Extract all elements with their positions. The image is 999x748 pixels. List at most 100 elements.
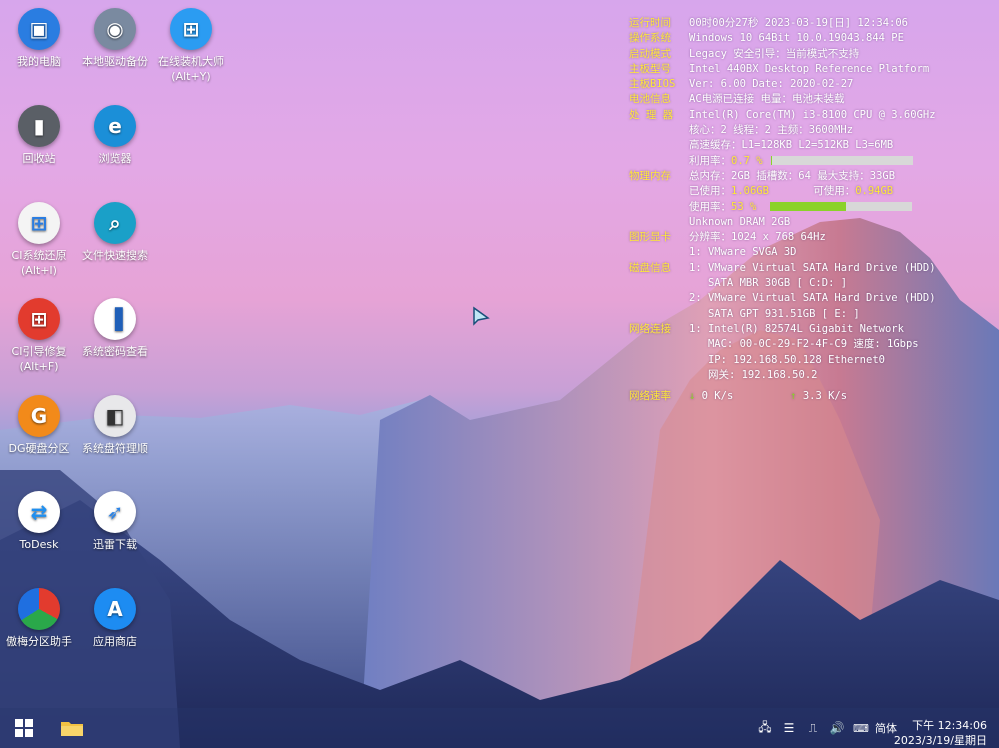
battery-key: 电池信息 — [629, 93, 671, 106]
tray-menu-icon[interactable]: ☰ — [780, 720, 798, 736]
icon-label: 在线装机大师 — [158, 55, 224, 68]
network-adapter: 1: Intel(R) 82574L Gigabit Network — [689, 322, 904, 335]
tray-usb-icon[interactable]: ⎍ — [804, 720, 822, 736]
start-button[interactable] — [10, 716, 38, 740]
desktop-icon-recycle-bin[interactable]: ▮ 回收站 — [0, 105, 81, 166]
recycle-bin-icon: ▮ — [18, 105, 60, 147]
disk1-detail: SATA MBR 30GB [ C:D: ] — [689, 277, 848, 290]
desktop-icon-thunder[interactable]: ➶ 迅雷下载 — [73, 491, 157, 552]
desktop-background: ▣ 我的电脑 ◉ 本地驱动备份 ⊞ 在线装机大师 (Alt+Y) ▮ 回收站 e… — [0, 0, 999, 748]
desktop-icon-dg-partition[interactable]: G DG硬盘分区 — [0, 395, 81, 456]
gpu-key: 图形显卡 — [629, 231, 671, 244]
disk1-value: 1: VMware Virtual SATA Hard Drive (HDD) — [689, 261, 936, 274]
memory-usage-bar — [770, 202, 913, 212]
network-ip: IP: 192.168.50.128 Ethernet0 — [689, 353, 885, 366]
icon-label: 本地驱动备份 — [82, 55, 148, 68]
boot-repair-icon: ⊞ — [18, 298, 60, 340]
disk-partition-icon: G — [18, 395, 60, 437]
icon-label: 系统密码查看 — [82, 345, 148, 358]
desktop-icon-browser[interactable]: e 浏览器 — [73, 105, 157, 166]
memory-usage-label: 使用率： — [689, 200, 731, 213]
disk-key: 磁盘信息 — [629, 261, 671, 274]
file-explorer-icon — [61, 722, 83, 736]
memory-key: 物理内存 — [629, 169, 671, 182]
password-view-icon: ▐ — [94, 298, 136, 340]
network-mac: MAC: 00-0C-29-F2-4F-C9 速度: 1Gbps — [689, 338, 919, 351]
board-value: Intel 440BX Desktop Reference Platform — [689, 62, 930, 75]
edge-browser-icon: e — [94, 105, 136, 147]
icon-label: 浏览器 — [98, 152, 132, 165]
system-restore-icon: ⊞ — [18, 202, 60, 244]
disk2-detail: SATA GPT 931.51GB [ E: ] — [689, 307, 860, 320]
memory-free-label: 可使用： — [813, 185, 856, 198]
disk2-value: 2: VMware Virtual SATA Hard Drive (HDD) — [689, 292, 936, 305]
boot-key: 启动模式 — [629, 47, 671, 60]
memory-usage-value: 53 % — [731, 200, 757, 213]
cpu-key: 处 理 器 — [629, 108, 674, 121]
bios-value: Ver: 6.00 Date: 2020-02-27 — [689, 78, 854, 91]
network-key: 网络连接 — [629, 322, 671, 335]
cpu-value: Intel(R) Core(TM) i3-8100 CPU @ 3.60GHz — [689, 108, 936, 121]
upload-arrow-icon: ↑ — [790, 390, 797, 403]
cpu-usage-bar — [770, 156, 913, 166]
memory-total: 总内存：2GB 插槽数：64 最大支持：33GB — [689, 169, 896, 182]
icon-label: 迅雷下载 — [93, 538, 137, 551]
file-explorer-button[interactable] — [58, 716, 86, 740]
cpu-usage-label: 利用率： — [689, 154, 731, 167]
taskbar: 🖧 ☰ ⎍ 🔊 ⌨ 简体 下午 12:34:06 2023/3/19/星期日 — [0, 708, 999, 748]
backup-drive-icon: ◉ — [94, 8, 136, 50]
desktop-icon-file-search[interactable]: ⌕ 文件快速搜索 — [73, 202, 157, 263]
drive-letter-icon: ◧ — [94, 395, 136, 437]
icon-label: 傲梅分区助手 — [6, 635, 72, 648]
icon-label: 文件快速搜索 — [82, 249, 148, 262]
tray-network-icon[interactable]: 🖧 — [756, 720, 774, 736]
desktop-icon-app-store[interactable]: A 应用商店 — [73, 588, 157, 649]
start-icon — [15, 719, 33, 737]
os-key: 操作系统 — [629, 32, 671, 45]
tray-keyboard-icon[interactable]: ⌨ — [852, 720, 870, 736]
desktop-icon-todesk[interactable]: ⇄ ToDesk — [0, 491, 81, 552]
mouse-cursor-icon — [473, 306, 490, 326]
icon-shortcut: (Alt+I) — [21, 264, 57, 277]
clock-time: 下午 12:34:06 — [912, 719, 987, 732]
desktop-icon-local-driver-backup[interactable]: ◉ 本地驱动备份 — [73, 8, 157, 69]
icon-label: CI引导修复 — [11, 345, 67, 358]
gpu-name: 1: VMware SVGA 3D — [689, 246, 797, 259]
battery-value: AC电源已连接 电量：电池未装载 — [689, 93, 845, 106]
icon-label: 回收站 — [22, 152, 56, 165]
memory-free-value: 0.94GB — [855, 185, 894, 198]
speed-key: 网络速率 — [629, 390, 671, 403]
app-store-icon: A — [94, 588, 136, 630]
system-info-panel: 运行时间 00时00分27秒 2023-03-19[日] 12:34:06 操作系… — [629, 16, 989, 404]
desktop-icon-online-install[interactable]: ⊞ 在线装机大师 (Alt+Y) — [149, 8, 233, 84]
thunder-download-icon: ➶ — [94, 491, 136, 533]
desktop-icon-boot-repair[interactable]: ⊞ CI引导修复 (Alt+F) — [0, 298, 81, 374]
desktop-icon-aomei[interactable]: 傲梅分区助手 — [0, 588, 81, 649]
search-icon: ⌕ — [94, 202, 136, 244]
boot-value: Legacy 安全引导：当前模式不支持 — [689, 47, 860, 60]
icon-label: 系统盘符理顺 — [82, 442, 148, 455]
tray-volume-icon[interactable]: 🔊 — [828, 720, 846, 736]
network-gateway: 网关: 192.168.50.2 — [689, 368, 818, 381]
icon-shortcut: (Alt+Y) — [171, 70, 211, 83]
icon-shortcut: (Alt+F) — [19, 360, 59, 373]
clock-date: 2023/3/19/星期日 — [893, 734, 987, 747]
memory-used-label: 已使用： — [689, 185, 731, 198]
upload-speed: 3.3 K/s — [802, 390, 848, 403]
icon-label: 应用商店 — [93, 635, 137, 648]
desktop-icon-system-restore[interactable]: ⊞ CI系统还原 (Alt+I) — [0, 202, 81, 278]
taskbar-clock[interactable]: 下午 12:34:06 2023/3/19/星期日 — [894, 718, 987, 748]
download-speed: 0 K/s — [701, 390, 734, 403]
desktop-icon-drive-letter[interactable]: ◧ 系统盘符理顺 — [73, 395, 157, 456]
download-arrow-icon: ↓ — [689, 390, 696, 403]
todesk-icon: ⇄ — [18, 491, 60, 533]
uptime-value: 00时00分27秒 2023-03-19[日] 12:34:06 — [689, 17, 909, 29]
memory-used-value: 1.06GB — [731, 185, 769, 198]
board-key: 主板型号 — [629, 62, 671, 75]
cpu-cores: 核心：2 线程：2 主频：3600MHz — [689, 124, 854, 137]
cpu-usage-value: 0.7 % — [731, 154, 763, 167]
desktop-icon-password-view[interactable]: ▐ 系统密码查看 — [73, 298, 157, 359]
computer-icon: ▣ — [18, 8, 60, 50]
icon-label: 我的电脑 — [17, 55, 61, 68]
desktop-icon-my-computer[interactable]: ▣ 我的电脑 — [0, 8, 81, 69]
